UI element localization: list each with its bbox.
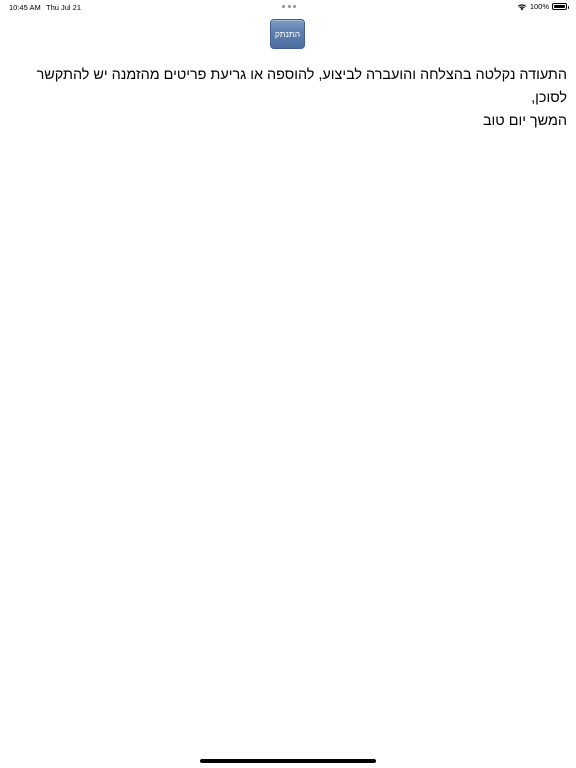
app-screen: 10:45 AM Thu Jul 21 100% התנתק התעודה נק… bbox=[0, 0, 576, 768]
battery-icon bbox=[552, 3, 569, 10]
dot-icon bbox=[282, 5, 285, 8]
status-time: 10:45 AM bbox=[9, 3, 41, 12]
multitasking-menu-icon[interactable] bbox=[282, 5, 296, 9]
message-line: התעודה נקלטה בהצלחה והועברה לביצוע, להוס… bbox=[36, 67, 567, 106]
dot-icon bbox=[293, 5, 296, 8]
confirmation-message: התעודה נקלטה בהצלחה והועברה לביצוע, להוס… bbox=[7, 64, 567, 133]
message-line: המשך יום טוב bbox=[482, 113, 567, 129]
status-date: Thu Jul 21 bbox=[46, 3, 82, 12]
status-bar: 10:45 AM Thu Jul 21 100% bbox=[0, 0, 576, 14]
logout-button[interactable]: התנתק bbox=[270, 19, 305, 49]
battery-percent: 100% bbox=[529, 2, 549, 11]
dot-icon bbox=[287, 5, 291, 8]
battery-fill bbox=[554, 5, 565, 8]
status-indicators: 100% bbox=[517, 2, 569, 11]
wifi-icon bbox=[517, 3, 527, 10]
home-indicator[interactable] bbox=[200, 759, 376, 763]
